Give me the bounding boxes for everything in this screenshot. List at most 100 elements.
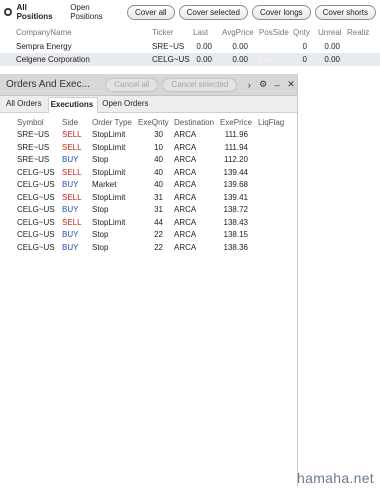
execution-row[interactable]: SRE~US SELL StopLimit 10 ARCA 111.94: [0, 141, 297, 154]
ticker: SRE~US: [152, 42, 185, 51]
exe-qnty: 40: [154, 180, 163, 190]
exe-qnty: 30: [154, 130, 163, 140]
avg-price: 0.00: [232, 55, 248, 64]
cover-all-button[interactable]: Cover all: [127, 4, 175, 20]
executions-header: Symbol Side Order Type ExeQnty Destinati…: [0, 116, 297, 129]
order-type: Stop: [92, 205, 109, 215]
exe-price: 138.15: [223, 230, 248, 240]
symbol: CELG~US: [17, 242, 55, 252]
tab-executions[interactable]: Executions: [47, 97, 99, 113]
symbol: SRE~US: [17, 142, 50, 152]
side: BUY: [62, 242, 79, 252]
chevron-right-icon[interactable]: ›: [243, 80, 255, 90]
col-exe-qnty[interactable]: ExeQnty: [138, 118, 169, 127]
unrealized: 0.00: [324, 42, 340, 51]
destination: ARCA: [174, 167, 197, 177]
exe-qnty: 40: [154, 155, 163, 165]
execution-row[interactable]: CELG~US BUY Stop 31 ARCA 138.72: [0, 204, 297, 217]
orders-tabs: All Orders Executions Open Orders: [0, 96, 297, 113]
gear-icon[interactable]: ⚙: [257, 79, 269, 90]
tab-open-positions[interactable]: Open Positions: [70, 3, 119, 21]
symbol: CELG~US: [17, 217, 55, 227]
company-name: Celgene Corporation: [16, 55, 90, 64]
company-name: Sempra Energy: [16, 42, 72, 51]
execution-row[interactable]: CELG~US SELL StopLimit 44 ARCA 138.43: [0, 216, 297, 229]
order-type: StopLimit: [92, 192, 126, 202]
execution-row[interactable]: CELG~US SELL StopLimit 40 ARCA 139.44: [0, 166, 297, 179]
positions-row[interactable]: Sempra Energy SRE~US 0.00 0.00 0 0.00: [0, 40, 380, 53]
side: SELL: [62, 192, 82, 202]
col-liq-flag[interactable]: LiqFlag: [258, 118, 284, 127]
last-price: 0.00: [196, 55, 212, 64]
side: SELL: [62, 217, 82, 227]
tab-all-orders[interactable]: All Orders: [4, 97, 46, 112]
unrealized: 0.00: [324, 55, 340, 64]
exe-qnty: 10: [154, 142, 163, 152]
order-type: Stop: [92, 242, 109, 252]
positions-toolbar: All Positions Open Positions Cover all C…: [0, 0, 380, 24]
exe-price: 111.96: [224, 130, 248, 140]
symbol: CELG~US: [17, 180, 55, 190]
col-side[interactable]: Side: [62, 118, 78, 127]
radio-dot-icon[interactable]: [4, 8, 12, 16]
col-destination[interactable]: Destination: [174, 118, 214, 127]
side: SELL: [62, 130, 82, 140]
exe-price: 139.41: [223, 192, 248, 202]
qnty: 0: [302, 55, 307, 64]
col-order-type[interactable]: Order Type: [92, 118, 132, 127]
cover-shorts-button[interactable]: Cover shorts: [314, 4, 376, 20]
col-pos-side[interactable]: PosSide: [259, 28, 289, 37]
exe-qnty: 31: [154, 205, 163, 215]
symbol: CELG~US: [17, 192, 55, 202]
tab-open-orders[interactable]: Open Orders: [100, 97, 152, 112]
destination: ARCA: [174, 230, 197, 240]
col-realized[interactable]: Realiz: [347, 28, 369, 37]
col-qnty[interactable]: Qnty: [293, 28, 310, 37]
close-icon[interactable]: ✕: [285, 79, 297, 90]
col-last[interactable]: Last: [193, 28, 208, 37]
orders-title: Orders And Exec...: [6, 79, 90, 90]
col-exe-price[interactable]: ExePrice: [220, 118, 252, 127]
execution-row[interactable]: SRE~US BUY Stop 40 ARCA 112.20: [0, 154, 297, 167]
symbol: CELG~US: [17, 230, 55, 240]
destination: ARCA: [174, 130, 197, 140]
execution-row[interactable]: CELG~US BUY Stop 22 ARCA 138.15: [0, 229, 297, 242]
order-type: Stop: [92, 155, 109, 165]
cancel-selected-button[interactable]: Cancel selected: [162, 77, 238, 92]
positions-row-selected[interactable]: Celgene Corporation CELG~US 0.00 0.00 Fl…: [0, 53, 380, 66]
cancel-all-button[interactable]: Cancel all: [105, 77, 159, 92]
exe-price: 139.44: [223, 167, 248, 177]
cover-longs-button[interactable]: Cover longs: [251, 4, 311, 20]
symbol: CELG~US: [17, 167, 55, 177]
execution-row[interactable]: CELG~US BUY Stop 22 ARCA 138.36: [0, 241, 297, 254]
destination: ARCA: [174, 142, 197, 152]
exe-price: 138.36: [223, 242, 248, 252]
order-type: StopLimit: [92, 167, 126, 177]
exe-price: 111.94: [224, 142, 248, 152]
cover-selected-button[interactable]: Cover selected: [178, 4, 248, 20]
execution-row[interactable]: CELG~US SELL StopLimit 31 ARCA 139.41: [0, 191, 297, 204]
last-price: 0.00: [196, 42, 212, 51]
col-ticker[interactable]: Ticker: [152, 28, 173, 37]
tab-all-positions[interactable]: All Positions: [17, 3, 61, 21]
exe-price: 138.43: [223, 217, 248, 227]
exe-qnty: 40: [154, 167, 163, 177]
minus-icon[interactable]: –: [271, 80, 283, 90]
orders-titlebar[interactable]: Orders And Exec... Cancel all Cancel sel…: [0, 74, 297, 96]
col-avg-price[interactable]: AvgPrice: [222, 28, 254, 37]
col-symbol[interactable]: Symbol: [17, 118, 44, 127]
execution-row[interactable]: CELG~US BUY Market 40 ARCA 139.68: [0, 179, 297, 192]
ticker: CELG~US: [152, 55, 190, 64]
watermark: hamaha.net: [297, 470, 374, 486]
destination: ARCA: [174, 217, 197, 227]
destination: ARCA: [174, 205, 197, 215]
col-unreal[interactable]: Unreal: [318, 28, 342, 37]
destination: ARCA: [174, 180, 197, 190]
col-company-name[interactable]: CompanyName: [16, 28, 72, 37]
order-type: Stop: [92, 230, 109, 240]
side: BUY: [62, 205, 79, 215]
execution-row[interactable]: SRE~US SELL StopLimit 30 ARCA 111.96: [0, 129, 297, 142]
destination: ARCA: [174, 242, 197, 252]
exe-qnty: 22: [154, 230, 163, 240]
side: SELL: [62, 167, 82, 177]
